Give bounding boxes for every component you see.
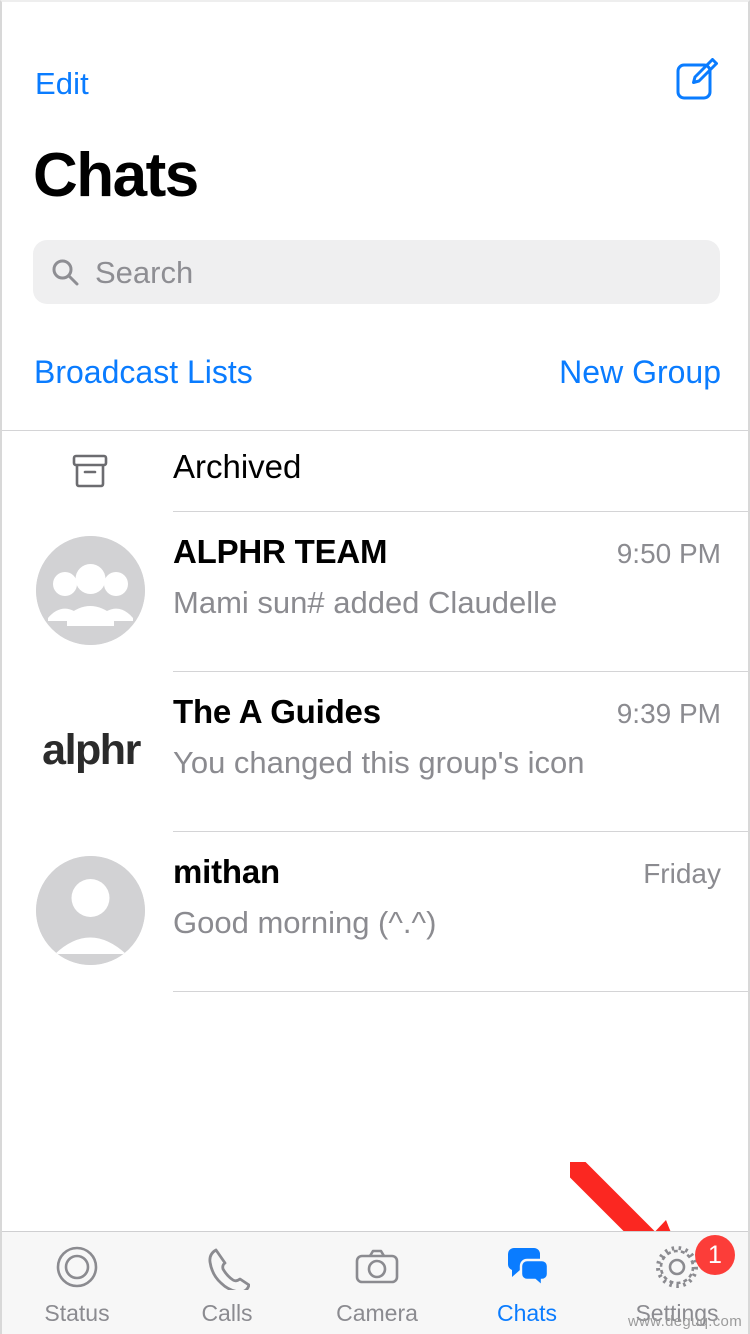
phone-icon <box>204 1244 251 1294</box>
archive-box-icon <box>72 453 108 489</box>
chat-preview: You changed this group's icon <box>173 745 585 780</box>
alphr-logo-avatar: alphr <box>42 726 141 774</box>
chat-timestamp: 9:50 PM <box>616 538 721 569</box>
search-icon <box>51 258 79 286</box>
list-item-chat[interactable]: alphr The A Guides You changed this grou… <box>2 672 748 832</box>
list-item-archived[interactable]: Archived <box>2 431 748 512</box>
person-avatar <box>36 856 145 965</box>
new-group-button[interactable]: New Group <box>559 354 721 391</box>
tab-status[interactable]: Status <box>2 1232 152 1334</box>
page-title: Chats <box>33 141 199 210</box>
broadcast-lists-button[interactable]: Broadcast Lists <box>34 354 253 391</box>
list-item-chat[interactable]: mithan Good morning (^.^) Friday <box>2 832 748 992</box>
chat-timestamp: 9:39 PM <box>616 698 721 729</box>
chat-bubbles-icon <box>504 1244 550 1290</box>
search-input[interactable] <box>93 240 697 306</box>
status-rings-icon <box>54 1244 100 1290</box>
tab-chats[interactable]: Chats <box>452 1232 602 1334</box>
chat-name: mithan <box>173 853 280 890</box>
tab-label-calls: Calls <box>201 1300 253 1326</box>
gear-icon <box>654 1244 700 1290</box>
navigation-bar: Edit <box>2 2 748 130</box>
chat-list: Archived ALPHR TEAM Mami sun# added Clau… <box>2 431 748 992</box>
chat-preview: Mami sun# added Claudelle <box>173 585 558 620</box>
chat-name: ALPHR TEAM <box>173 533 388 570</box>
group-avatar <box>36 536 145 645</box>
archived-label: Archived <box>173 448 302 485</box>
tab-camera[interactable]: Camera <box>302 1232 452 1334</box>
tab-label-camera: Camera <box>336 1300 418 1326</box>
list-actions-row: Broadcast Lists New Group <box>2 354 748 430</box>
tab-label-chats: Chats <box>496 1300 558 1326</box>
compose-icon[interactable] <box>676 58 718 100</box>
row-separator <box>173 991 748 992</box>
settings-badge: 1 <box>695 1235 735 1275</box>
chat-timestamp: Friday <box>643 858 721 889</box>
chat-preview: Good morning (^.^) <box>173 905 437 940</box>
list-item-chat[interactable]: ALPHR TEAM Mami sun# added Claudelle 9:5… <box>2 512 748 672</box>
watermark: www.deguq.com <box>628 1313 742 1330</box>
chat-name: The A Guides <box>173 693 381 730</box>
camera-icon <box>354 1244 400 1290</box>
tab-calls[interactable]: Calls <box>152 1232 302 1334</box>
search-bar[interactable] <box>33 240 720 306</box>
phone-screen: Edit Chats Broadcast Lists New Group <box>0 0 750 1334</box>
edit-button[interactable]: Edit <box>35 66 89 102</box>
tab-label-status: Status <box>44 1300 110 1326</box>
